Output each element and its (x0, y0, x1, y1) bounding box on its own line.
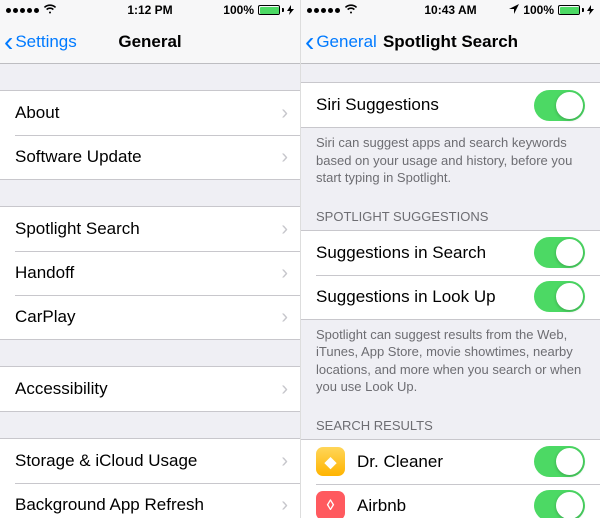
row-storage[interactable]: Storage & iCloud Usage › (0, 439, 300, 483)
nav-bar: ‹ General Spotlight Search (301, 20, 600, 64)
group-accessibility: Accessibility › (0, 366, 300, 412)
back-label: General (316, 32, 376, 52)
suggestions-footer: Spotlight can suggest results from the W… (301, 320, 600, 404)
toggle-dr-cleaner[interactable] (534, 446, 585, 477)
toggle-siri-suggestions[interactable] (534, 90, 585, 121)
row-label: Dr. Cleaner (357, 452, 443, 472)
chevron-right-icon: › (281, 146, 288, 169)
status-bar: 1:12 PM 100% (0, 0, 300, 20)
row-label: Suggestions in Search (316, 243, 486, 263)
battery-icon (258, 5, 294, 15)
row-label: Spotlight Search (15, 219, 140, 239)
group-results: ◆ Dr. Cleaner ◊ Airbnb (301, 439, 600, 518)
row-suggestions-lookup[interactable]: Suggestions in Look Up (301, 275, 600, 319)
group-storage: Storage & iCloud Usage › Background App … (0, 438, 300, 518)
row-label: Siri Suggestions (316, 95, 439, 115)
group-about: About › Software Update › (0, 90, 300, 180)
row-handoff[interactable]: Handoff › (0, 251, 300, 295)
siri-footer: Siri can suggest apps and search keyword… (301, 128, 600, 195)
screen-spotlight: 10:43 AM 100% ‹ General Spotlight Search… (300, 0, 600, 518)
row-app-airbnb[interactable]: ◊ Airbnb (301, 484, 600, 518)
row-label: Background App Refresh (15, 495, 204, 515)
wifi-icon (344, 4, 358, 16)
app-icon-airbnb: ◊ (316, 491, 345, 518)
screen-general: 1:12 PM 100% ‹ Settings General About › … (0, 0, 300, 518)
search-results-header: SEARCH RESULTS (301, 404, 600, 439)
row-label: Airbnb (357, 496, 406, 516)
back-button[interactable]: ‹ Settings (4, 28, 77, 56)
toggle-suggestions-lookup[interactable] (534, 281, 585, 312)
toggle-suggestions-search[interactable] (534, 237, 585, 268)
chevron-right-icon: › (281, 262, 288, 285)
row-background-refresh[interactable]: Background App Refresh › (0, 483, 300, 518)
chevron-left-icon: ‹ (4, 28, 13, 56)
row-label: Storage & iCloud Usage (15, 451, 197, 471)
row-label: Handoff (15, 263, 74, 283)
back-label: Settings (15, 32, 76, 52)
page-title: General (118, 32, 181, 52)
status-time: 10:43 AM (424, 3, 476, 17)
chevron-left-icon: ‹ (305, 28, 314, 56)
signal-dots (6, 8, 39, 13)
chevron-right-icon: › (281, 494, 288, 517)
nav-bar: ‹ Settings General (0, 20, 300, 64)
row-label: CarPlay (15, 307, 75, 327)
row-spotlight-search[interactable]: Spotlight Search › (0, 207, 300, 251)
chevron-right-icon: › (281, 102, 288, 125)
row-siri-suggestions[interactable]: Siri Suggestions (301, 83, 600, 127)
content: About › Software Update › Spotlight Sear… (0, 64, 300, 518)
location-icon (509, 4, 519, 16)
group-spotlight: Spotlight Search › Handoff › CarPlay › (0, 206, 300, 340)
chevron-right-icon: › (281, 378, 288, 401)
status-bar: 10:43 AM 100% (301, 0, 600, 20)
row-accessibility[interactable]: Accessibility › (0, 367, 300, 411)
battery-pct: 100% (223, 3, 254, 17)
content: Siri Suggestions Siri can suggest apps a… (301, 64, 600, 518)
battery-pct: 100% (523, 3, 554, 17)
battery-icon (558, 5, 594, 15)
page-title: Spotlight Search (383, 32, 518, 52)
app-icon-dr-cleaner: ◆ (316, 447, 345, 476)
row-carplay[interactable]: CarPlay › (0, 295, 300, 339)
chevron-right-icon: › (281, 306, 288, 329)
row-about[interactable]: About › (0, 91, 300, 135)
row-label: About (15, 103, 59, 123)
chevron-right-icon: › (281, 450, 288, 473)
status-time: 1:12 PM (127, 3, 172, 17)
group-siri: Siri Suggestions (301, 82, 600, 128)
back-button[interactable]: ‹ General (305, 28, 377, 56)
signal-dots (307, 8, 340, 13)
group-suggestions: Suggestions in Search Suggestions in Loo… (301, 230, 600, 320)
row-software-update[interactable]: Software Update › (0, 135, 300, 179)
wifi-icon (43, 4, 57, 16)
spotlight-suggestions-header: SPOTLIGHT SUGGESTIONS (301, 195, 600, 230)
toggle-airbnb[interactable] (534, 490, 585, 518)
row-app-dr-cleaner[interactable]: ◆ Dr. Cleaner (301, 440, 600, 484)
row-label: Accessibility (15, 379, 108, 399)
row-label: Software Update (15, 147, 142, 167)
row-suggestions-search[interactable]: Suggestions in Search (301, 231, 600, 275)
row-label: Suggestions in Look Up (316, 287, 496, 307)
chevron-right-icon: › (281, 218, 288, 241)
